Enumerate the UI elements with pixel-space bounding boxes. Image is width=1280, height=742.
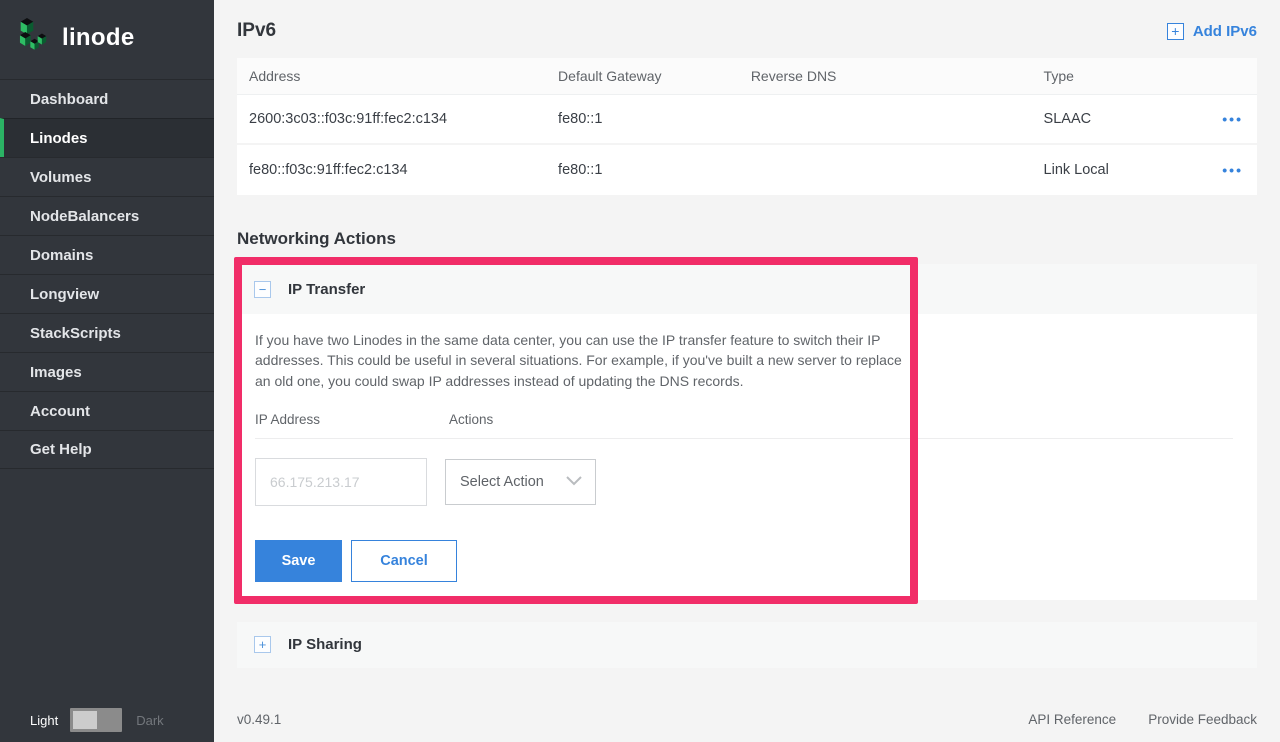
plus-icon: + [1167,23,1184,40]
ip-transfer-panel: − IP Transfer If you have two Linodes in… [237,264,1257,600]
ip-address-label: IP Address [255,412,449,427]
ip-transfer-controls: Select Action [255,458,1233,506]
networking-actions-title: Networking Actions [237,229,1257,251]
ipv6-header: IPv6 + Add IPv6 [237,0,1257,58]
sidebar-item-get-help[interactable]: Get Help [0,430,214,469]
cell-default-gateway: fe80::1 [546,162,739,178]
footer-links: API Reference Provide Feedback [1028,712,1257,727]
ip-sharing-panel: + IP Sharing [237,622,1257,668]
cell-address: 2600:3c03::f03c:91ff:fec2:c134 [237,111,546,127]
ipv6-table-header: Address Default Gateway Reverse DNS Type [237,58,1257,95]
brand-name: linode [62,24,134,52]
ip-transfer-panel-header[interactable]: − IP Transfer [237,264,1257,314]
expand-icon[interactable]: + [254,636,271,653]
theme-toggle-knob [73,711,97,729]
cancel-button[interactable]: Cancel [351,540,457,582]
column-header-address: Address [237,68,546,84]
ip-sharing-panel-header[interactable]: + IP Sharing [237,622,1257,668]
chevron-down-icon [566,473,582,491]
app-window: linode Dashboard Linodes Volumes NodeBal… [0,0,1280,742]
cell-type: SLAAC [1032,111,1209,127]
sidebar-item-dashboard[interactable]: Dashboard [0,79,214,118]
cell-default-gateway: fe80::1 [546,111,739,127]
ip-transfer-form-labels: IP Address Actions [255,412,1233,427]
column-header-type: Type [1032,68,1209,84]
theme-dark-label: Dark [136,713,163,728]
row-actions-kebab-icon[interactable]: ••• [1222,112,1243,126]
action-select[interactable]: Select Action [445,459,596,505]
ipv6-table: Address Default Gateway Reverse DNS Type… [237,58,1257,195]
sidebar-item-longview[interactable]: Longview [0,274,214,313]
sidebar-item-linodes[interactable]: Linodes [0,118,214,157]
ip-transfer-buttons: Save Cancel [255,540,1233,582]
table-row: fe80::f03c:91ff:fec2:c134 fe80::1 Link L… [237,145,1257,195]
table-row: 2600:3c03::f03c:91ff:fec2:c134 fe80::1 S… [237,95,1257,145]
add-ipv6-button[interactable]: + Add IPv6 [1167,23,1257,40]
form-divider [255,438,1233,439]
sidebar-item-volumes[interactable]: Volumes [0,157,214,196]
theme-toggle-switch[interactable] [70,708,122,732]
sidebar-item-domains[interactable]: Domains [0,235,214,274]
cell-address: fe80::f03c:91ff:fec2:c134 [237,162,546,178]
action-select-value: Select Action [460,474,544,490]
api-reference-link[interactable]: API Reference [1028,712,1116,727]
column-header-reverse-dns: Reverse DNS [739,68,1032,84]
sidebar-nav: Dashboard Linodes Volumes NodeBalancers … [0,79,214,469]
page-footer: v0.49.1 API Reference Provide Feedback [237,712,1257,727]
ip-transfer-body: If you have two Linodes in the same data… [237,314,1257,600]
sidebar-item-stackscripts[interactable]: StackScripts [0,313,214,352]
actions-label: Actions [449,412,493,427]
page-title: IPv6 [237,20,276,42]
collapse-icon[interactable]: − [254,281,271,298]
ip-transfer-title: IP Transfer [288,281,365,298]
sidebar-item-nodebalancers[interactable]: NodeBalancers [0,196,214,235]
provide-feedback-link[interactable]: Provide Feedback [1148,712,1257,727]
sidebar-item-account[interactable]: Account [0,391,214,430]
row-actions-kebab-icon[interactable]: ••• [1222,163,1243,177]
ip-sharing-title: IP Sharing [288,636,362,653]
cell-type: Link Local [1032,162,1209,178]
linode-logo-icon [17,15,51,60]
save-button[interactable]: Save [255,540,342,582]
theme-light-label: Light [30,713,58,728]
column-header-default-gateway: Default Gateway [546,68,739,84]
linode-logo[interactable]: linode [0,0,214,73]
theme-toggle: Light Dark [0,708,214,732]
ip-transfer-description: If you have two Linodes in the same data… [255,330,910,391]
ip-address-input[interactable] [255,458,427,506]
add-ipv6-label: Add IPv6 [1193,23,1257,40]
sidebar-item-images[interactable]: Images [0,352,214,391]
sidebar: linode Dashboard Linodes Volumes NodeBal… [0,0,214,742]
version-label: v0.49.1 [237,712,281,727]
main-content: IPv6 + Add IPv6 Address Default Gateway … [214,0,1280,742]
